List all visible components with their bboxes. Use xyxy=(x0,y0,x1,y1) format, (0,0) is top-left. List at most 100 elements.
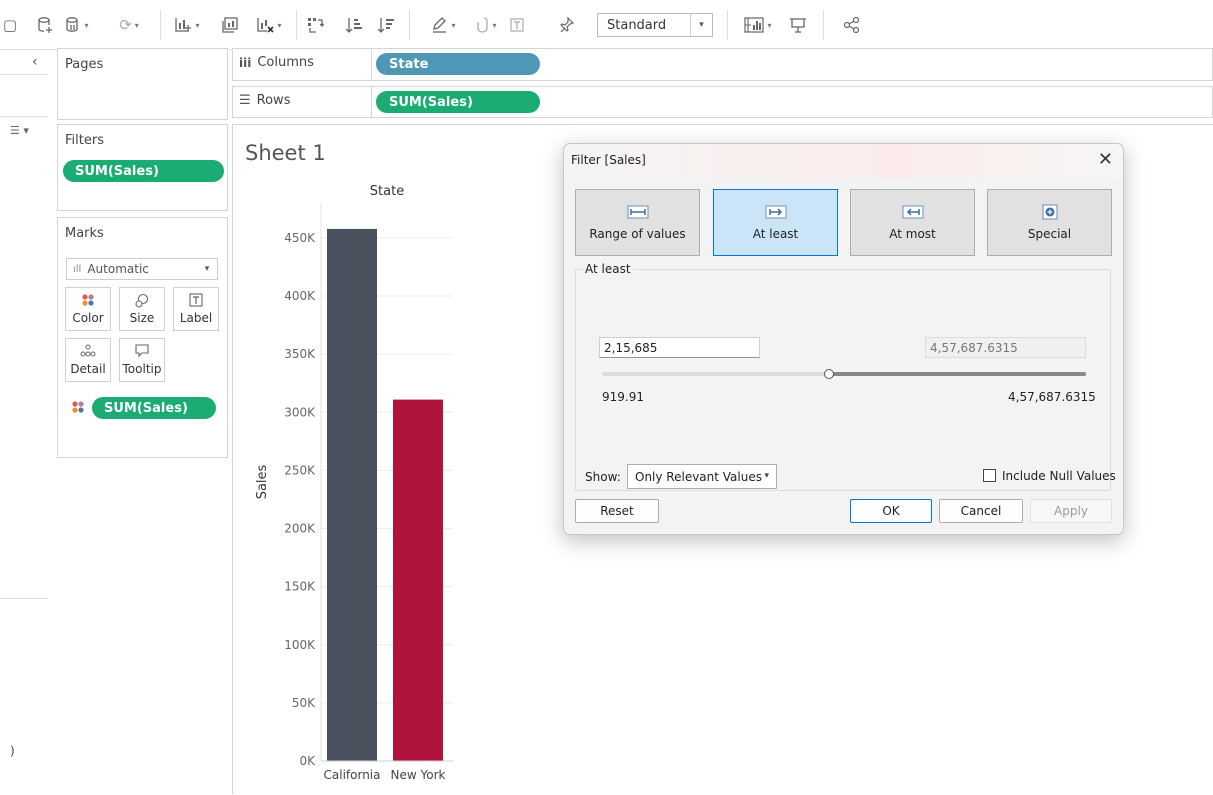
toolbar: ▢ ▾ ⟳ ▾ ▾ ▾ ▾ ▾ Standard ▾ ▾ xyxy=(0,0,1213,50)
refresh-icon[interactable]: ⟳ ▾ xyxy=(106,12,152,38)
clear-sheet-icon[interactable]: ▾ xyxy=(250,12,288,38)
filter-pill-sum-sales[interactable]: SUM(Sales) xyxy=(63,160,224,182)
new-data-source-icon[interactable] xyxy=(34,12,56,38)
bar-california xyxy=(327,228,377,762)
new-worksheet-icon[interactable]: ▾ xyxy=(170,12,204,38)
tab-at-least-label: At least xyxy=(752,226,799,241)
y-tick-label: 300K xyxy=(284,405,316,419)
size-button[interactable]: Size xyxy=(119,287,165,331)
slider-selected-range xyxy=(829,372,1086,376)
highlight-icon[interactable]: ▾ xyxy=(428,12,460,38)
mark-size-value: Standard xyxy=(607,17,667,33)
tab-range-label: Range of values xyxy=(589,226,686,241)
y-tick-label: 0K xyxy=(299,754,316,768)
columns-icon: iii xyxy=(239,55,252,70)
reset-button[interactable]: Reset xyxy=(575,499,659,523)
y-tick-label: 150K xyxy=(284,580,316,594)
columns-shelf[interactable]: iii Columns State xyxy=(232,48,1213,81)
tab-range-of-values[interactable]: Range of values xyxy=(575,189,700,256)
pause-updates-icon[interactable]: ▾ xyxy=(62,12,92,38)
group-members-icon[interactable]: ▾ xyxy=(470,12,502,38)
range-minimum: 919.91 xyxy=(602,390,644,404)
rows-icon: ☰ xyxy=(239,93,251,108)
ok-button[interactable]: OK xyxy=(850,499,932,523)
connect-data-icon[interactable]: ▢ xyxy=(2,12,18,38)
pages-title: Pages xyxy=(65,57,104,72)
tooltip-label: Tooltip xyxy=(122,362,162,376)
label-button[interactable]: Label xyxy=(173,287,219,331)
pages-card[interactable]: Pages xyxy=(57,48,228,120)
special-icon xyxy=(1039,204,1061,219)
swap-rows-columns-icon[interactable] xyxy=(303,12,327,38)
color-icon xyxy=(81,293,95,311)
show-values-text: Only Relevant Values xyxy=(635,469,762,484)
x-tick-label: New York xyxy=(391,768,446,782)
chevron-down-icon: ▾ xyxy=(204,264,210,274)
sort-ascending-icon[interactable] xyxy=(342,12,366,38)
include-null-checkbox[interactable] xyxy=(983,469,996,482)
tooltip-icon xyxy=(134,344,150,362)
share-icon[interactable] xyxy=(840,12,864,38)
at-least-icon xyxy=(765,205,787,219)
dialog-header: Filter [Sales] ✕ xyxy=(564,144,1123,178)
minimum-value-input[interactable]: 2,15,685 xyxy=(599,337,760,358)
at-least-group: At least xyxy=(575,262,1111,491)
cancel-button[interactable]: Cancel xyxy=(939,499,1023,523)
sort-descending-icon[interactable] xyxy=(374,12,398,38)
y-tick-label: 200K xyxy=(284,522,316,536)
bar-chart-icon: ıll xyxy=(73,263,82,275)
y-tick-label: 100K xyxy=(284,638,316,652)
detail-icon xyxy=(80,344,96,362)
color-encoding-icon xyxy=(71,400,85,417)
tab-at-most[interactable]: At most xyxy=(850,189,975,256)
rows-label: Rows xyxy=(256,93,291,108)
show-values-select[interactable]: Only Relevant Values ▾ xyxy=(627,464,777,489)
list-view-icon[interactable]: ☰ ▾ xyxy=(10,124,29,137)
x-axis-title: State xyxy=(370,184,404,199)
range-maximum: 4,57,687.6315 xyxy=(1008,390,1096,404)
label-label: Label xyxy=(179,311,213,325)
chevron-left-icon[interactable]: ‹ xyxy=(32,54,38,70)
include-null-label: Include Null Values xyxy=(1002,469,1116,483)
columns-pill-label: State xyxy=(389,56,429,72)
label-icon xyxy=(189,293,203,311)
cancel-label: Cancel xyxy=(960,504,1002,518)
show-mark-labels-icon[interactable] xyxy=(505,12,529,38)
data-pane-collapsed: ‹ ☰ ▾ ) xyxy=(0,50,52,794)
x-tick-label: California xyxy=(324,768,381,782)
minimum-value-text: 2,15,685 xyxy=(604,340,658,355)
apply-button: Apply xyxy=(1030,499,1112,523)
tooltip-button[interactable]: Tooltip xyxy=(119,338,165,382)
rows-pill-sum-sales[interactable]: SUM(Sales) xyxy=(376,91,540,113)
marks-card: Marks ıll Automatic ▾ Color Size Label D… xyxy=(57,217,228,458)
y-tick-label: 450K xyxy=(284,231,316,245)
marks-title: Marks xyxy=(65,226,104,241)
size-label: Size xyxy=(129,311,155,325)
rows-pill-label: SUM(Sales) xyxy=(389,94,473,110)
filters-card[interactable]: Filters SUM(Sales) xyxy=(57,124,228,211)
at-most-icon xyxy=(902,205,924,219)
show-me-icon[interactable]: ▾ xyxy=(738,12,778,38)
columns-pill-state[interactable]: State xyxy=(376,53,540,75)
detail-button[interactable]: Detail xyxy=(65,338,111,382)
show-label: Show: xyxy=(585,470,621,484)
mark-type-select[interactable]: ıll Automatic ▾ xyxy=(66,258,218,280)
presentation-mode-icon[interactable] xyxy=(786,12,810,38)
marks-pill-sum-sales[interactable]: SUM(Sales) xyxy=(92,397,216,419)
y-tick-label: 50K xyxy=(292,696,316,710)
ok-label: OK xyxy=(882,504,900,518)
y-tick-label: 400K xyxy=(284,289,316,303)
duplicate-sheet-icon[interactable] xyxy=(218,12,242,38)
range-icon xyxy=(627,205,649,219)
size-icon xyxy=(134,293,150,311)
close-icon[interactable]: ✕ xyxy=(1098,149,1113,170)
color-button[interactable]: Color xyxy=(65,287,111,331)
rows-shelf[interactable]: ☰ Rows SUM(Sales) xyxy=(232,86,1213,118)
fix-axes-icon[interactable] xyxy=(555,12,579,38)
tab-special[interactable]: Special xyxy=(987,189,1112,256)
mark-size-select[interactable]: Standard ▾ xyxy=(597,13,713,37)
y-tick-label: 350K xyxy=(284,347,316,361)
tab-at-least[interactable]: At least xyxy=(713,189,838,256)
chevron-down-icon: ▾ xyxy=(764,471,769,481)
chevron-down-icon: ▾ xyxy=(690,14,712,36)
